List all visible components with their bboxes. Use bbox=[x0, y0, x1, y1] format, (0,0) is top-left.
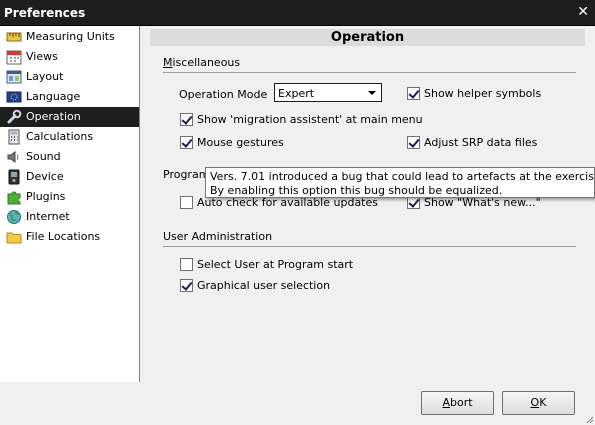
nav-item-language[interactable]: Language bbox=[0, 87, 139, 107]
category-list: Measuring Units Views Layout Language Op… bbox=[0, 26, 140, 382]
nav-item-label: Calculations bbox=[26, 130, 94, 143]
checkbox-label: Select User at Program start bbox=[197, 258, 354, 271]
operation-mode-label: Operation Mode bbox=[179, 88, 268, 101]
checkbox-label: Show 'migration assistent' at main menu bbox=[197, 113, 423, 126]
nav-item-measuring-units[interactable]: Measuring Units bbox=[0, 27, 139, 47]
calculator-icon bbox=[8, 129, 20, 145]
operation-mode-value: Expert bbox=[278, 87, 315, 100]
wrench-icon bbox=[7, 109, 22, 124]
checkbox-box[interactable] bbox=[180, 136, 193, 149]
checkbox-label: Adjust SRP data files bbox=[424, 136, 538, 149]
device-icon bbox=[8, 169, 20, 185]
tooltip: Vers. 7.01 introduced a bug that could l… bbox=[205, 167, 595, 198]
nav-item-calculations[interactable]: Calculations bbox=[0, 127, 139, 147]
checkbox-label: Mouse gestures bbox=[197, 136, 284, 149]
checkbox-box[interactable] bbox=[407, 87, 420, 100]
calendar-icon bbox=[6, 50, 22, 65]
section-program: Program bbox=[163, 168, 210, 181]
flag-icon bbox=[6, 91, 22, 103]
globe-icon bbox=[7, 210, 21, 224]
nav-item-label: Views bbox=[26, 50, 58, 63]
checkbox-box[interactable] bbox=[407, 136, 420, 149]
nav-item-label: Sound bbox=[26, 150, 61, 163]
tooltip-line: By enabling this option this bug should … bbox=[210, 184, 503, 197]
nav-item-label: Operation bbox=[26, 110, 81, 123]
page-title: Operation bbox=[150, 29, 585, 46]
chevron-down-icon[interactable] bbox=[368, 91, 376, 95]
nav-item-label: Device bbox=[26, 170, 64, 183]
checkbox-label: Graphical user selection bbox=[197, 279, 331, 292]
checkbox-box[interactable] bbox=[180, 258, 193, 271]
section-divider bbox=[163, 246, 576, 247]
folder-icon bbox=[6, 232, 22, 244]
section-divider bbox=[163, 72, 576, 73]
nav-item-device[interactable]: Device bbox=[0, 167, 139, 187]
ruler-icon bbox=[6, 32, 22, 42]
window-title: Preferences bbox=[4, 6, 86, 20]
puzzle-icon bbox=[7, 191, 21, 205]
operation-mode-select[interactable]: Expert bbox=[274, 83, 382, 102]
abort-button[interactable]: Abort bbox=[421, 391, 494, 415]
nav-item-label: Internet bbox=[26, 210, 70, 223]
layout-icon bbox=[6, 70, 22, 84]
nav-item-operation[interactable]: Operation bbox=[0, 107, 139, 127]
checkbox-label: Show helper symbols bbox=[424, 87, 542, 100]
nav-item-sound[interactable]: Sound bbox=[0, 147, 139, 167]
nav-item-label: Plugins bbox=[26, 190, 66, 203]
nav-item-file-locations[interactable]: File Locations bbox=[0, 227, 139, 247]
close-icon[interactable]: ✕ bbox=[577, 4, 589, 20]
section-user-administration: User Administration bbox=[163, 230, 273, 243]
ok-button[interactable]: OK bbox=[502, 391, 575, 415]
checkbox-box[interactable] bbox=[180, 279, 193, 292]
nav-item-label: File Locations bbox=[26, 230, 101, 243]
title-bar: Preferences ✕ bbox=[0, 0, 595, 26]
speaker-icon bbox=[7, 151, 19, 163]
resize-grip-icon[interactable] bbox=[584, 414, 594, 424]
section-miscellaneous: Miscellaneous bbox=[163, 56, 241, 69]
tooltip-line: Vers. 7.01 introduced a bug that could l… bbox=[210, 170, 594, 183]
nav-item-label: Measuring Units bbox=[26, 30, 115, 43]
nav-item-views[interactable]: Views bbox=[0, 47, 139, 67]
checkbox-box[interactable] bbox=[180, 196, 193, 209]
nav-item-layout[interactable]: Layout bbox=[0, 67, 139, 87]
nav-item-internet[interactable]: Internet bbox=[0, 207, 139, 227]
checkbox-box[interactable] bbox=[180, 113, 193, 126]
nav-item-plugins[interactable]: Plugins bbox=[0, 187, 139, 207]
nav-item-label: Language bbox=[26, 90, 81, 103]
nav-item-label: Layout bbox=[26, 70, 64, 83]
